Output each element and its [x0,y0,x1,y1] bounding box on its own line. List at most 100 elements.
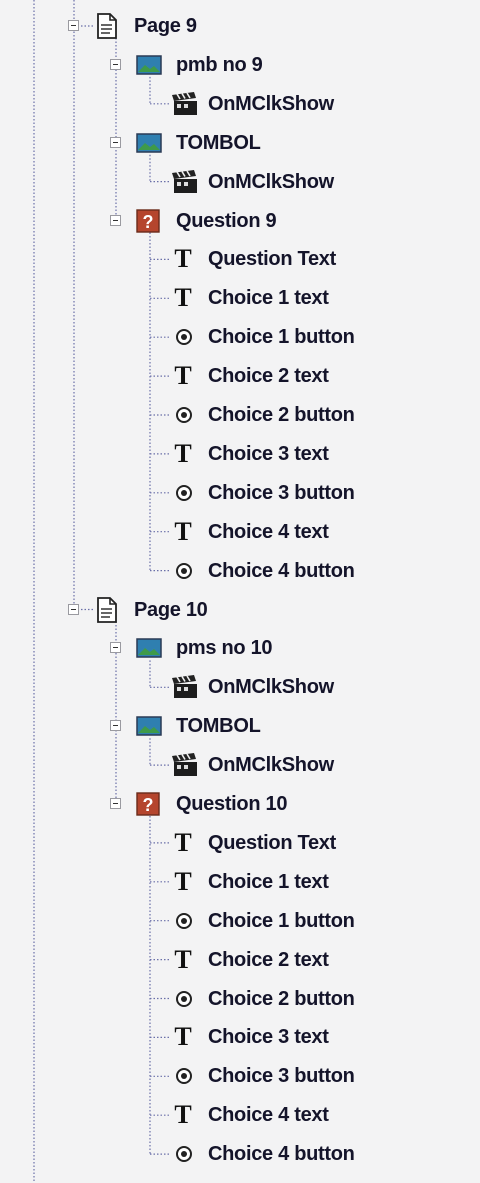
clapperboard-icon [172,675,200,699]
question-icon: ? [136,208,160,233]
text-t-icon: T [174,944,192,974]
tree-node-text[interactable]: T Question Text [0,825,480,861]
tree-node-label: OnMClkShow [208,754,334,777]
tree-node-page[interactable]: Page 10 [0,592,480,628]
tree-node-label: TOMBOL [176,715,261,738]
tree-node-label: Question Text [208,831,336,854]
tree-node-text[interactable]: T Question Text [0,241,480,277]
tree-node-radio[interactable]: Choice 3 button [0,475,480,511]
image-icon [136,132,162,153]
radio-button-icon [176,990,192,1007]
tree-node-label: Choice 2 text [208,365,329,388]
tree-node-image[interactable]: TOMBOL [0,125,480,161]
tree-node-text[interactable]: T Choice 1 text [0,280,480,316]
tree-node-radio[interactable]: Choice 2 button [0,981,480,1017]
tree-node-label: Choice 3 button [208,1065,355,1088]
radio-button-icon [176,1068,192,1085]
text-t-icon: T [174,1100,192,1130]
tree-node-label: OnMClkShow [208,170,334,193]
tree-node-text[interactable]: T Choice 2 text [0,942,480,978]
collapse-toggle[interactable] [68,603,79,615]
text-t-icon: T [174,361,192,391]
collapse-toggle[interactable] [68,20,79,31]
text-t-icon: T [174,438,192,468]
tree-node-label: TOMBOL [176,131,261,154]
radio-button-icon [176,407,192,423]
tree-node-radio[interactable]: Choice 3 button [0,1058,480,1094]
tree-node-label: Choice 4 text [208,1104,329,1127]
tree-node-action[interactable]: OnMClkShow [0,164,480,200]
text-t-icon: T [174,244,192,274]
tree-node-label: Choice 2 text [208,948,329,971]
collapse-toggle[interactable] [110,214,121,226]
clapperboard-icon [172,753,200,777]
question-icon: ? [136,792,160,816]
tree-node-label: Question 10 [176,793,288,815]
radio-button-icon [176,1146,192,1163]
tree-node-text[interactable]: T Choice 4 text [0,514,480,550]
tree-node-label: OnMClkShow [208,676,334,699]
image-icon [136,638,162,659]
collapse-toggle[interactable] [110,642,121,654]
collapse-toggle[interactable] [110,720,121,732]
radio-button-icon [176,484,192,501]
page-icon [96,13,118,39]
tree-node-action[interactable]: OnMClkShow [0,747,480,783]
tree-node-label: Choice 3 text [208,442,329,465]
tree-node-label: Choice 3 text [208,1026,329,1049]
svg-text:?: ? [143,795,154,815]
image-icon [136,55,162,75]
tree-node-radio[interactable]: Choice 1 button [0,903,480,939]
tree-node-label: Choice 3 button [208,481,355,504]
tree-node-action[interactable]: OnMClkShow [0,669,480,705]
tree-node-text[interactable]: T Choice 3 text [0,1019,480,1055]
collapse-toggle[interactable] [110,798,121,809]
tree-node-question[interactable]: ? Question 10 [0,786,480,822]
tree-node-label: Choice 1 button [208,909,355,932]
tree-node-label: pmb no 9 [176,53,263,76]
page-icon [96,596,118,623]
text-t-icon: T [174,827,192,857]
text-t-icon: T [174,516,192,546]
text-t-icon: T [174,1022,192,1052]
text-t-icon: T [174,866,192,896]
radio-button-icon [176,562,192,579]
tree-node-label: Page 9 [134,15,197,37]
collapse-toggle[interactable] [110,58,121,70]
tree-node-page[interactable]: Page 9 [0,8,480,44]
tree-node-label: Choice 1 text [208,287,329,310]
tree-node-label: Choice 4 button [208,1143,355,1166]
tree-node-text[interactable]: T Choice 3 text [0,436,480,472]
clapperboard-icon [172,91,200,116]
tree-node-label: Choice 1 button [208,326,355,349]
tree-node-text[interactable]: T Choice 4 text [0,1097,480,1133]
tree-node-label: Question 9 [176,209,277,232]
tree-node-action[interactable]: OnMClkShow [0,86,480,122]
tree-node-image[interactable]: TOMBOL [0,708,480,744]
tree-node-image[interactable]: pmb no 9 [0,47,480,83]
tree-node-label: pms no 10 [176,637,273,660]
clapperboard-icon [172,169,200,194]
svg-text:?: ? [143,212,154,232]
image-icon [136,716,162,736]
radio-button-icon [176,912,192,929]
tree-node-label: OnMClkShow [208,92,334,115]
tree-node-label: Choice 4 text [208,520,329,543]
tree-node-label: Choice 1 text [208,870,329,893]
tree-node-radio[interactable]: Choice 4 button [0,553,480,589]
tree-node-label: Choice 4 button [208,559,355,582]
text-t-icon: T [174,283,192,313]
collapse-toggle[interactable] [110,136,121,148]
tree-node-radio[interactable]: Choice 1 button [0,319,480,355]
tree-node-label: Choice 2 button [208,987,355,1010]
tree-node-label: Question Text [208,248,336,271]
tree-node-question[interactable]: ? Question 9 [0,203,480,239]
tree-node-text[interactable]: T Choice 1 text [0,864,480,900]
object-tree: Page 9 pmb no 9 OnMClkShow TOMBOL OnMClkShow… [0,0,480,1183]
tree-node-radio[interactable]: Choice 4 button [0,1136,480,1172]
tree-node-radio[interactable]: Choice 2 button [0,397,480,433]
tree-node-label: Choice 2 button [208,404,355,426]
tree-node-image[interactable]: pms no 10 [0,630,480,666]
tree-node-text[interactable]: T Choice 2 text [0,358,480,394]
tree-node-label: Page 10 [134,598,208,621]
